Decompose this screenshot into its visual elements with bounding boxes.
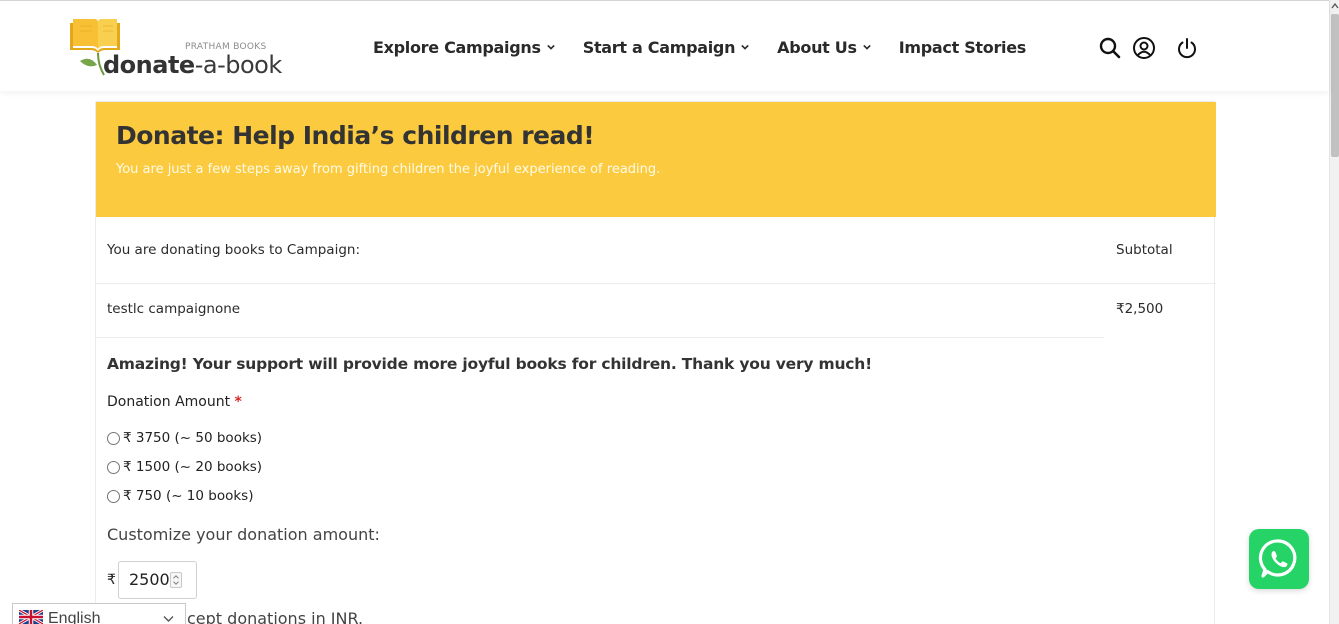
language-selector[interactable]: English — [12, 603, 186, 624]
main-nav: Explore Campaigns Start a Campaign About… — [373, 35, 1026, 59]
logo-wordmark-bold: donate — [103, 51, 195, 79]
power-icon[interactable] — [1175, 36, 1199, 60]
chevron-down-icon — [862, 44, 871, 50]
donation-option-label: ₹ 1500 (~ 20 books) — [123, 459, 263, 475]
site-header: PRATHAM BOOKS donate-a-book Explore Camp… — [0, 1, 1329, 91]
scroll-up-arrow-icon[interactable] — [1331, 1, 1339, 11]
currency-note: cept donations in INR. — [187, 609, 364, 624]
chevron-down-icon — [546, 44, 555, 50]
search-icon[interactable] — [1098, 36, 1122, 60]
nav-impact-stories[interactable]: Impact Stories — [898, 35, 1027, 59]
user-icon[interactable] — [1132, 36, 1156, 60]
nav-impact-stories-label: Impact Stories — [898, 37, 1027, 57]
logo-wordmark-rest: -a-book — [194, 51, 283, 79]
nav-start-campaign-label: Start a Campaign — [582, 37, 736, 57]
custom-amount-input[interactable]: 2500 — [118, 561, 197, 599]
logo-wordmark: donate-a-book — [103, 51, 282, 79]
whatsapp-chat-button[interactable] — [1249, 529, 1309, 589]
required-marker: * — [234, 394, 242, 410]
donation-option-3750[interactable]: ₹ 3750 (~ 50 books) — [107, 430, 262, 446]
header-icons — [1098, 36, 1199, 60]
thank-you-message: Amazing! Your support will provide more … — [107, 355, 872, 373]
site-logo[interactable]: PRATHAM BOOKS donate-a-book — [68, 15, 282, 81]
donation-amount-label-text: Donation Amount — [107, 394, 231, 410]
subtotal-value: ₹2,500 — [1116, 301, 1164, 317]
table-header-row: You are donating books to Campaign: Subt… — [96, 217, 1216, 284]
radio-button[interactable] — [107, 431, 120, 445]
nav-about-us-label: About Us — [777, 37, 857, 57]
page-scrollbar[interactable] — [1329, 0, 1339, 624]
subtotal-column-header: Subtotal — [1116, 242, 1173, 258]
radio-button[interactable] — [107, 460, 120, 474]
uk-flag-icon — [19, 610, 43, 624]
nav-about-us[interactable]: About Us — [777, 35, 871, 59]
campaign-column-header: You are donating books to Campaign: — [107, 242, 360, 258]
nav-explore-campaigns[interactable]: Explore Campaigns — [373, 35, 555, 59]
page-subtitle: You are just a few steps away from gifti… — [116, 162, 661, 177]
donation-option-label: ₹ 3750 (~ 50 books) — [123, 430, 263, 446]
customize-amount-label: Customize your donation amount: — [107, 525, 380, 544]
whatsapp-icon — [1258, 539, 1297, 578]
scrollbar-thumb[interactable] — [1331, 14, 1339, 157]
page-title: Donate: Help India’s children read! — [116, 121, 595, 150]
donation-card: Donate: Help India’s children read! You … — [95, 101, 1216, 624]
campaign-name: testlc campaignone — [107, 301, 241, 317]
donate-banner: Donate: Help India’s children read! You … — [96, 102, 1216, 217]
nav-explore-campaigns-label: Explore Campaigns — [373, 37, 541, 57]
donation-option-label: ₹ 750 (~ 10 books) — [123, 488, 254, 504]
table-row: testlc campaignone — [96, 284, 1104, 338]
number-spinner-icon[interactable] — [170, 572, 182, 588]
currency-symbol: ₹ — [107, 572, 116, 588]
donation-amount-label: Donation Amount * — [107, 394, 242, 410]
custom-amount-value: 2500 — [129, 570, 170, 589]
donation-option-750[interactable]: ₹ 750 (~ 10 books) — [107, 488, 254, 504]
nav-start-campaign[interactable]: Start a Campaign — [583, 35, 749, 59]
donation-option-1500[interactable]: ₹ 1500 (~ 20 books) — [107, 459, 262, 475]
radio-button[interactable] — [107, 489, 120, 503]
language-label: English — [48, 610, 101, 624]
chevron-down-icon — [163, 616, 174, 622]
chevron-down-icon — [741, 44, 749, 50]
